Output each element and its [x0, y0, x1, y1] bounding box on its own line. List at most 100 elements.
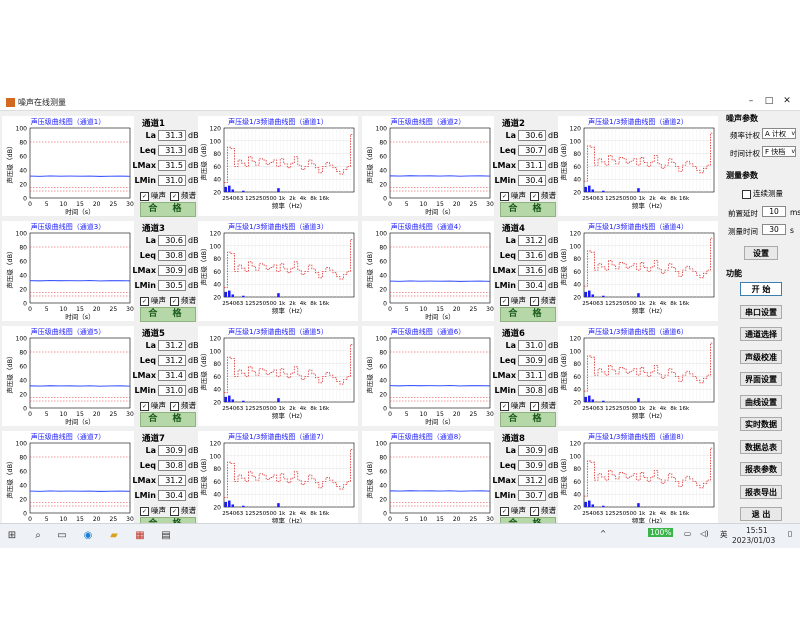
function-button-5[interactable]: 界面设置	[740, 372, 782, 386]
y-tick-label: 80	[19, 455, 27, 462]
x-tick-label: 20	[93, 411, 101, 418]
y-tick-label: 120	[210, 126, 222, 133]
settings-button[interactable]: 设置	[744, 246, 778, 260]
continuous-checkbox[interactable]: 连续测量	[742, 188, 783, 199]
spectrum-checkbox[interactable]: ✓ 频谱	[170, 190, 196, 201]
spectrum-chart-5: 声压级1/3频谱曲线图（通道5） 20 40 60 80 100 120 25 40 63 125 2…	[198, 326, 358, 426]
metric-label-lmin: LMin	[134, 176, 157, 185]
y-tick-label: 0	[383, 406, 387, 413]
x-tick-label: 15	[76, 306, 84, 313]
search-icon[interactable]: ⌕	[32, 530, 44, 542]
volume-icon[interactable]: ◁)	[700, 529, 709, 538]
spectrum-chart-6: 声压级1/3频谱曲线图（通道6） 20 40 60 80 100 120 25 40 63 125 2…	[558, 326, 718, 426]
check-icon: ✓	[140, 506, 149, 516]
x-tick-label: 5	[405, 306, 409, 313]
noise-checkbox[interactable]: ✓ 噪声	[500, 295, 526, 306]
function-button-9[interactable]: 报表参数	[740, 462, 782, 476]
maximize-icon[interactable]: □	[762, 96, 776, 106]
spectrum-checkbox[interactable]: ✓ 频谱	[530, 295, 556, 306]
y-tick-label: 40	[19, 273, 27, 280]
x-tick-label: 125	[605, 196, 616, 202]
function-button-1[interactable]: 开 始	[740, 282, 782, 296]
x-tick-label: 0	[28, 411, 32, 418]
minimize-icon[interactable]: –	[744, 96, 758, 106]
spectrum-bar	[584, 396, 588, 402]
app2-taskbar-icon[interactable]: ▤	[160, 530, 172, 542]
spectrum-checkbox[interactable]: ✓ 频谱	[170, 400, 196, 411]
channel-info-6: 通道6 La 31.0 dB Leq 30.9 dB LMax 31.1 dB LMin 30.8 dB…	[492, 326, 559, 427]
x-tick-label: 15	[436, 306, 444, 313]
spectrum-checkbox[interactable]: ✓ 频谱	[530, 505, 556, 516]
app-taskbar-icon[interactable]: ▦	[134, 530, 146, 542]
x-tick-label: 25	[110, 411, 118, 418]
x-tick-label: 8k	[310, 196, 317, 202]
network-icon[interactable]: ▭	[684, 529, 691, 538]
y-tick-label: 40	[19, 378, 27, 385]
metric-unit: dB	[548, 476, 559, 485]
input-language[interactable]: 英	[720, 529, 728, 540]
function-button-3[interactable]: 通道选择	[740, 327, 782, 341]
metric-unit: dB	[548, 176, 559, 185]
noise-check-label: 噪声	[151, 401, 166, 410]
channel-name: 通道5	[142, 329, 165, 339]
metric-unit: dB	[188, 266, 199, 275]
noise-checkbox[interactable]: ✓ 噪声	[500, 505, 526, 516]
y-tick-label: 100	[570, 348, 582, 355]
x-tick-label: 25	[110, 516, 118, 523]
function-button-6[interactable]: 曲线设置	[740, 394, 782, 409]
edge-browser-icon[interactable]: ◉	[82, 530, 94, 542]
freq-weight-select[interactable]: A 计权 v	[762, 128, 796, 139]
task-view-icon[interactable]: ▭	[56, 530, 68, 542]
spectrum-bar	[228, 185, 231, 192]
function-button-11[interactable]: 退 出	[740, 507, 782, 521]
function-button-10[interactable]: 报表导出	[740, 484, 782, 499]
measure-time-input[interactable]: 30	[762, 224, 786, 235]
spectrum-chart-7: 声压级1/3频谱曲线图（通道7） 20 40 60 80 100 120 25 40 63 125 2…	[198, 431, 358, 523]
notifications-icon[interactable]: ▯	[788, 529, 792, 538]
spectrum-checkbox[interactable]: ✓ 频谱	[530, 400, 556, 411]
spectrum-checkbox[interactable]: ✓ 频谱	[170, 505, 196, 516]
channel-name: 通道8	[502, 434, 525, 444]
noise-checkbox[interactable]: ✓ 噪声	[500, 190, 526, 201]
spectrum-check-label: 频谱	[541, 506, 556, 515]
pre-delay-input[interactable]: 10	[762, 206, 786, 217]
close-icon[interactable]: ✕	[780, 96, 794, 106]
function-button-2[interactable]: 串口设置	[740, 304, 782, 319]
noise-checkbox[interactable]: ✓ 噪声	[140, 400, 166, 411]
function-button-4[interactable]: 声级校准	[740, 349, 782, 364]
clock-time[interactable]: 15:51	[746, 526, 768, 535]
noise-checkbox[interactable]: ✓ 噪声	[500, 400, 526, 411]
spectrum-bar	[602, 295, 605, 297]
spectrum-bar	[277, 293, 280, 297]
clock-date[interactable]: 2023/01/03	[732, 536, 775, 545]
y-tick-label: 20	[213, 295, 221, 302]
spectrum-bar	[277, 188, 280, 192]
x-tick-label: 15	[436, 201, 444, 208]
noise-checkbox[interactable]: ✓ 噪声	[140, 295, 166, 306]
x-tick-label: 20	[453, 411, 461, 418]
function-button-8[interactable]: 数据总表	[740, 439, 782, 454]
spectrum-checkbox[interactable]: ✓ 频谱	[530, 190, 556, 201]
noise-checkbox[interactable]: ✓ 噪声	[140, 505, 166, 516]
y-tick-label: 20	[573, 400, 581, 407]
battery-icon[interactable]: 100%	[648, 528, 674, 537]
x-tick-label: 5	[45, 306, 49, 313]
time-weight-select[interactable]: F 快档 v	[762, 146, 796, 157]
y-tick-label: 80	[213, 256, 221, 263]
metric-unit: dB	[548, 236, 559, 245]
spectrum-bar	[637, 188, 640, 192]
y-tick-label: 20	[19, 182, 27, 189]
y-tick-label: 0	[23, 406, 27, 413]
spectrum-checkbox[interactable]: ✓ 频谱	[170, 295, 196, 306]
y-tick-label: 20	[379, 497, 387, 504]
windows-start-icon[interactable]: ⊞	[6, 530, 18, 542]
spectrum-bar	[242, 295, 245, 297]
x-tick-label: 125	[245, 406, 256, 412]
x-tick-label: 8k	[310, 511, 317, 517]
function-button-7[interactable]: 实时数据	[740, 417, 782, 431]
file-explorer-icon[interactable]: ▰	[108, 530, 120, 542]
metric-value-lmin: 30.7	[518, 490, 546, 501]
chevron-up-icon[interactable]: ^	[600, 529, 606, 538]
noise-checkbox[interactable]: ✓ 噪声	[140, 190, 166, 201]
x-tick-label: 20	[453, 201, 461, 208]
